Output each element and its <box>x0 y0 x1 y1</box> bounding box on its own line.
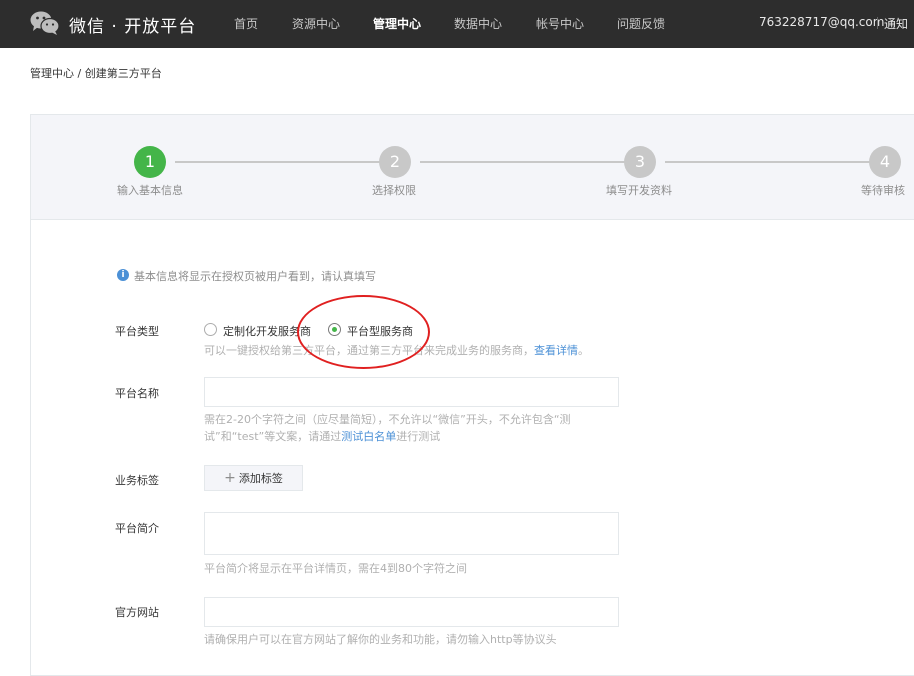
add-tag-button-label: 添加标签 <box>238 472 283 485</box>
view-details-link[interactable]: 查看详情 <box>534 344 578 357</box>
radio-custom-dev[interactable] <box>204 323 217 336</box>
business-tag-label: 业务标签 <box>115 474 159 487</box>
platform-name-hint-1: 需在2-20个字符之间（应尽量简短），不允许以“微信”开头，不允许包含“测 <box>204 413 571 426</box>
breadcrumb: 管理中心 / 创建第三方平台 <box>30 67 162 80</box>
step-connector <box>175 161 380 163</box>
platform-type-hint-end: 。 <box>578 344 589 357</box>
add-tag-button[interactable]: + 添加标签 <box>204 465 303 491</box>
platform-type-label: 平台类型 <box>115 325 159 338</box>
official-site-hint: 请确保用户可以在官方网站了解你的业务和功能，请勿输入http等协议头 <box>204 633 557 646</box>
platform-type-hint-text: 可以一键授权给第三方平台，通过第三方平台来完成业务的服务商， <box>204 344 534 357</box>
info-icon: i <box>117 269 129 281</box>
nav-account[interactable]: 帐号中心 <box>536 15 584 32</box>
official-site-input[interactable] <box>204 597 619 627</box>
notify-link[interactable]: 通知 <box>884 15 908 32</box>
radio-custom-dev-label[interactable]: 定制化开发服务商 <box>223 323 311 339</box>
nav-divider <box>877 17 878 29</box>
step-2-circle: 2 <box>379 146 411 178</box>
platform-name-hint-2b: 进行测试 <box>396 430 441 443</box>
brand-title[interactable]: 微信 · 开放平台 <box>69 12 196 37</box>
platform-name-hint-2a: 试”和“test”等文案，请通过 <box>204 430 342 443</box>
platform-intro-hint: 平台简介将显示在平台详情页，需在4到80个字符之间 <box>204 562 467 575</box>
test-whitelist-link[interactable]: 测试白名单 <box>341 430 396 443</box>
wechat-logo-icon <box>30 11 60 35</box>
step-3-label: 填写开发资料 <box>606 184 672 197</box>
step-4-circle: 4 <box>869 146 901 178</box>
official-site-label: 官方网站 <box>115 606 159 619</box>
step-1-circle: 1 <box>134 146 166 178</box>
top-nav-bar: 微信 · 开放平台 首页 资源中心 管理中心 数据中心 帐号中心 问题反馈 76… <box>0 0 914 48</box>
steps-bar: 1 2 3 4 输入基本信息 选择权限 填写开发资料 等待审核 <box>31 115 914 220</box>
radio-platform-type[interactable] <box>328 323 341 336</box>
nav-resources[interactable]: 资源中心 <box>292 15 340 32</box>
platform-intro-textarea[interactable] <box>204 512 619 555</box>
platform-name-label: 平台名称 <box>115 387 159 400</box>
nav-management[interactable]: 管理中心 <box>373 15 421 32</box>
step-4-label: 等待审核 <box>861 184 905 197</box>
platform-name-input[interactable] <box>204 377 619 407</box>
step-1-label: 输入基本信息 <box>117 184 183 197</box>
platform-type-hint: 可以一键授权给第三方平台，通过第三方平台来完成业务的服务商，查看详情。 <box>204 342 589 359</box>
platform-name-hint-2: 试”和“test”等文案，请通过测试白名单进行测试 <box>204 428 440 445</box>
create-platform-panel: 1 2 3 4 输入基本信息 选择权限 填写开发资料 等待审核 i 基本信息将显… <box>30 114 914 676</box>
nav-home[interactable]: 首页 <box>234 15 258 32</box>
step-3-circle: 3 <box>624 146 656 178</box>
step-connector <box>420 161 625 163</box>
step-2-label: 选择权限 <box>372 184 416 197</box>
radio-platform-type-label[interactable]: 平台型服务商 <box>347 323 413 339</box>
nav-data[interactable]: 数据中心 <box>454 15 502 32</box>
platform-intro-label: 平台简介 <box>115 522 159 535</box>
step-connector <box>665 161 870 163</box>
nav-feedback[interactable]: 问题反馈 <box>617 15 665 32</box>
user-email[interactable]: 763228717@qq.com <box>759 15 884 29</box>
plus-icon: + <box>224 470 236 486</box>
info-text: 基本信息将显示在授权页被用户看到，请认真填写 <box>134 270 376 283</box>
